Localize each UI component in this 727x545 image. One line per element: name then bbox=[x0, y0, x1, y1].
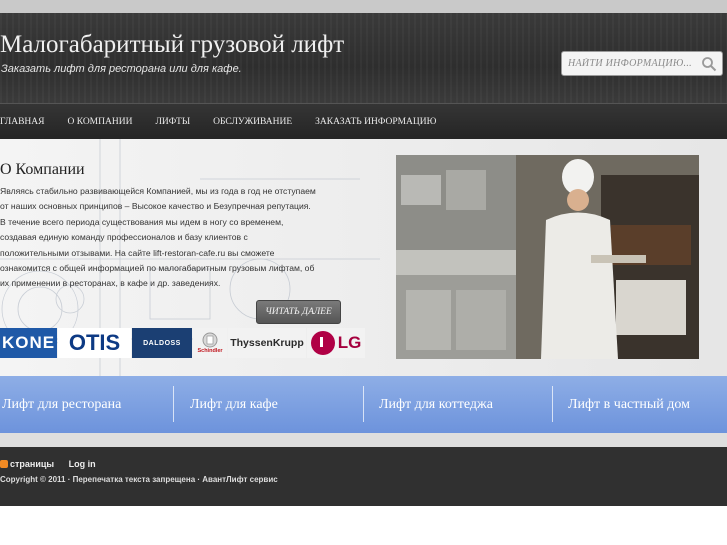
category-bar: Лифт для ресторана Лифт для кафе Лифт дл… bbox=[0, 376, 727, 433]
search-box bbox=[561, 51, 723, 76]
section-gap bbox=[0, 433, 727, 447]
category-cottage-lift[interactable]: Лифт для коттеджа bbox=[364, 376, 552, 433]
footer-pages-link[interactable]: страницы bbox=[0, 459, 60, 469]
lg-label: LG bbox=[337, 333, 362, 352]
nav-item-lifts[interactable]: ЛИФТЫ bbox=[155, 117, 190, 127]
schindler-label: Schindler bbox=[197, 348, 223, 354]
category-cafe-lift[interactable]: Лифт для кафе bbox=[174, 376, 363, 433]
about-text-line: Являясь стабильно развивающейся Компание… bbox=[0, 186, 316, 196]
site-tagline: Заказать лифт для ресторана или для кафе… bbox=[1, 63, 242, 75]
site-title[interactable]: Малогабаритный грузовой лифт bbox=[0, 31, 344, 59]
about-text-line: ознакомится с общей информацией по малог… bbox=[0, 263, 315, 274]
about-text-line: от наших основных принципов – Высокое ка… bbox=[0, 201, 311, 212]
main-nav: ГЛАВНАЯ О КОМПАНИИ ЛИФТЫ ОБСЛУЖИВАНИЕ ЗА… bbox=[0, 103, 727, 139]
chef-elevator-photo bbox=[396, 155, 699, 359]
search-icon[interactable] bbox=[701, 56, 717, 72]
read-more-button[interactable]: ЧИТАТЬ ДАЛЕЕ bbox=[256, 300, 341, 324]
kone-logo: KONE bbox=[0, 328, 57, 358]
about-text-line: их применении в ресторанах, в кафе и др.… bbox=[0, 278, 221, 289]
rss-icon bbox=[0, 460, 8, 468]
footer-links: страницы Log in bbox=[0, 459, 102, 469]
lg-emblem-icon bbox=[310, 331, 335, 355]
nav-item-service[interactable]: ОБСЛУЖИВАНИЕ bbox=[213, 117, 292, 127]
nav-item-about[interactable]: О КОМПАНИИ bbox=[67, 117, 132, 127]
top-bar bbox=[0, 0, 727, 13]
category-restaurant-lift[interactable]: Лифт для ресторана bbox=[0, 376, 173, 433]
about-title: О Компании bbox=[0, 161, 85, 178]
lg-logo: LG bbox=[307, 328, 365, 358]
footer-copyright: Copyright © 2011 · Перепечатка текста за… bbox=[0, 475, 278, 484]
featured-section: О Компании Являясь стабильно развивающей… bbox=[0, 139, 727, 376]
about-text-line: создавая единую команду профессионалов и… bbox=[0, 232, 248, 243]
schindler-emblem-icon bbox=[202, 332, 218, 348]
nav-item-home[interactable]: ГЛАВНАЯ bbox=[0, 117, 44, 127]
brand-logos: KONE OTIS DALDOSS Schindler ThyssenKrupp… bbox=[0, 328, 367, 358]
search-input[interactable] bbox=[568, 55, 698, 72]
about-text: Являясь стабильно развивающейся Компание… bbox=[0, 184, 345, 292]
otis-logo: OTIS bbox=[58, 328, 131, 358]
footer-pages-label: страницы bbox=[10, 459, 55, 469]
site-footer: страницы Log in Copyright © 2011 · Переп… bbox=[0, 447, 727, 506]
schindler-logo: Schindler bbox=[193, 328, 227, 358]
site-header: Малогабаритный грузовой лифт Заказать ли… bbox=[0, 13, 727, 103]
about-text-line: В течение всего периода существования мы… bbox=[0, 216, 284, 227]
about-text-line: положительными отзывами. На сайте lift-r… bbox=[0, 247, 275, 258]
footer-login-link[interactable]: Log in bbox=[69, 459, 96, 469]
daldoss-logo: DALDOSS bbox=[132, 328, 192, 358]
category-private-house-lift[interactable]: Лифт в частный дом bbox=[553, 376, 726, 433]
thyssenkrupp-logo: ThyssenKrupp bbox=[228, 328, 306, 358]
nav-item-order-info[interactable]: ЗАКАЗАТЬ ИНФОРМАЦИЮ bbox=[315, 117, 436, 127]
